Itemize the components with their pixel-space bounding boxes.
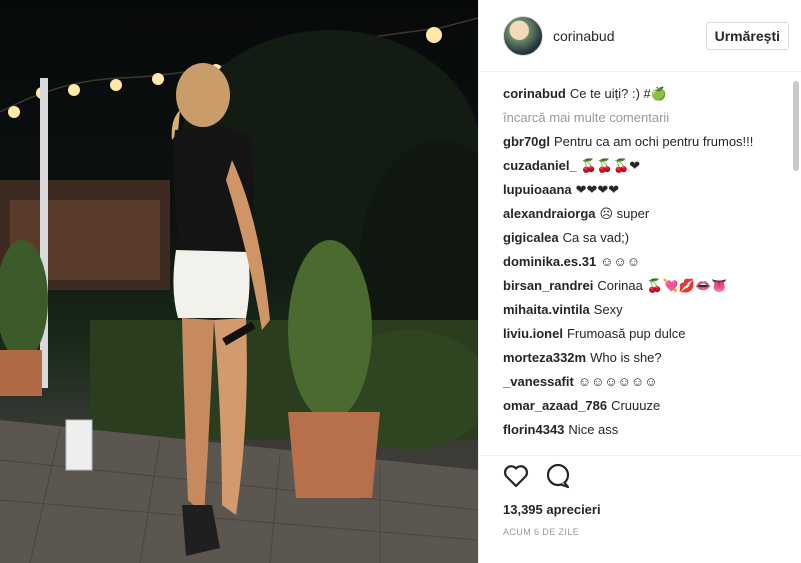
comment-text: ☺☺☺☺☺☺	[577, 374, 658, 389]
load-more-comments-link[interactable]: încarcă mai multe comentarii	[503, 109, 777, 127]
comment-username[interactable]: mihaita.vintila	[503, 302, 590, 317]
comment-username[interactable]: alexandraiorga	[503, 206, 596, 221]
comment-text: Pentru ca am ochi pentru frumos!!!	[553, 134, 754, 149]
following-button[interactable]: Urmărești	[705, 21, 789, 50]
post-username[interactable]: corinabud	[553, 28, 706, 44]
comment-text: ❤❤❤❤	[575, 182, 620, 197]
comment-username[interactable]: cuzadaniel_	[503, 158, 577, 173]
comment-username[interactable]: dominika.es.31	[503, 254, 596, 269]
comment-text: Cruuuze	[611, 398, 661, 413]
comment-text: Frumoasă pup dulce	[566, 326, 686, 341]
comment-row: gbr70gl Pentru ca am ochi pentru frumos!!…	[503, 133, 777, 151]
comment-row: lupuioaana ❤❤❤❤	[503, 181, 777, 199]
caption: corinabud Ce te uiți? :) #🍏	[503, 85, 777, 103]
comment-text: Nice ass	[568, 422, 619, 437]
comment-text: Sexy	[593, 302, 623, 317]
comment-text: ☹ super	[599, 206, 650, 221]
comment-row: _vanessafit ☺☺☺☺☺☺	[503, 373, 777, 391]
avatar[interactable]	[503, 15, 543, 56]
comment-row: alexandraiorga ☹ super	[503, 205, 777, 223]
comment-text: Ca sa vad;)	[562, 230, 630, 245]
comment-row: florin4343 Nice ass	[503, 421, 777, 439]
comment-username[interactable]: lupuioaana	[503, 182, 572, 197]
comment-row: dominika.es.31 ☺☺☺	[503, 253, 777, 271]
comments-list[interactable]: corinabud Ce te uiți? :) #🍏 încarcă mai m…	[479, 73, 801, 454]
post-header: corinabud Urmărești	[479, 0, 801, 72]
comment-username[interactable]: florin4343	[503, 422, 564, 437]
post-sidebar: corinabud Urmărești corinabud Ce te uiți?…	[478, 0, 801, 563]
post-timestamp[interactable]: ACUM 6 DE ZILE	[503, 527, 801, 537]
comment-username[interactable]: morteza332m	[503, 350, 586, 365]
comment-username[interactable]: birsan_randrei	[503, 278, 593, 293]
comment-row: morteza332m Who is she?	[503, 349, 777, 367]
comment-text: Who is she?	[590, 350, 662, 365]
photo-illustration	[0, 17, 478, 563]
comment-row: mihaita.vintila Sexy	[503, 301, 777, 319]
comment-row: cuzadaniel_ 🍒🍒🍒❤	[503, 157, 777, 175]
comment-username[interactable]: gbr70gl	[503, 134, 550, 149]
comment-username[interactable]: omar_azaad_786	[503, 398, 607, 413]
comment-row: gigicalea Ca sa vad;)	[503, 229, 777, 247]
scrollbar[interactable]	[793, 81, 799, 171]
comment-text: 🍒🍒🍒❤	[580, 158, 641, 173]
comment-username[interactable]: liviu.ionel	[503, 326, 563, 341]
comment-text: Corinaa 🍒💘💋👄👅	[597, 278, 728, 293]
comment-row: omar_azaad_786 Cruuuze	[503, 397, 777, 415]
heart-icon[interactable]	[503, 464, 529, 493]
comment-username[interactable]: _vanessafit	[503, 374, 574, 389]
caption-username[interactable]: corinabud	[503, 86, 566, 101]
comment-text: ☺☺☺	[600, 254, 641, 269]
comment-icon[interactable]	[545, 463, 571, 494]
post-photo[interactable]	[0, 0, 478, 563]
post-actions: 13,395 aprecieri ACUM 6 DE ZILE	[479, 455, 801, 563]
caption-text: Ce te uiți? :) #🍏	[569, 86, 667, 101]
comment-row: liviu.ionel Frumoasă pup dulce	[503, 325, 777, 343]
comment-username[interactable]: gigicalea	[503, 230, 559, 245]
likes-count[interactable]: 13,395 aprecieri	[503, 502, 801, 517]
comment-row: birsan_randrei Corinaa 🍒💘💋👄👅	[503, 277, 777, 295]
